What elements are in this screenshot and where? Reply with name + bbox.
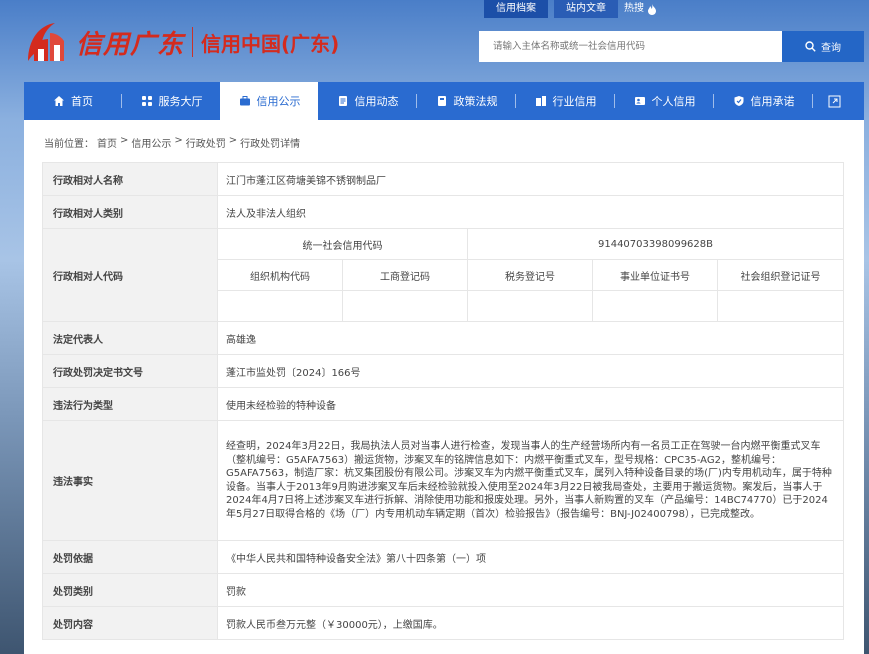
penalty-detail-table: 行政相对人名称 江门市蓬江区荷塘美锦不锈钢制品厂 行政相对人类别 法人及非法人组… — [42, 162, 845, 640]
top-link-credit-file[interactable]: 信用档案 — [484, 0, 548, 18]
breadcrumb-item-current: 行政处罚详情 — [240, 139, 301, 150]
table-row: 处罚内容 罚款人民币叁万元整（￥30000元），上缴国库。 — [42, 606, 845, 640]
table-row: 处罚依据 《中华人民共和国特种设备安全法》第八十四条第（一）项 — [42, 540, 845, 574]
category-label: 行政相对人类别 — [42, 195, 218, 229]
violation-type-label: 违法行为类型 — [42, 387, 218, 421]
name-value: 江门市蓬江区荷塘美锦不锈钢制品厂 — [216, 162, 845, 196]
document-icon — [336, 94, 350, 108]
facts-label: 违法事实 — [42, 420, 218, 541]
table-row: 违法事实 经查明，2024年3月22日，我局执法人员对当事人进行检查，发现当事人… — [42, 420, 845, 541]
logo-divider — [192, 27, 194, 57]
uscc-label: 统一社会信用代码 — [217, 228, 468, 260]
table-row: 处罚类别 罚款 — [42, 573, 845, 607]
nav-item-personal-credit[interactable]: 个人信用 — [615, 82, 713, 120]
basis-label: 处罚依据 — [42, 540, 218, 574]
nav-item-industry-credit[interactable]: 行业信用 — [516, 82, 614, 120]
grid-icon — [140, 94, 154, 108]
nav-item-credit-publicity[interactable]: 信用公示 — [220, 82, 318, 120]
main-nav: 首页 服务大厅 信用公示 信用动态 政策法规 行业信用 个人信用 信用承诺 — [24, 82, 864, 120]
book-icon — [435, 94, 449, 108]
breadcrumb-item-home[interactable]: 首页 — [97, 135, 117, 150]
breadcrumb-separator: > — [120, 135, 129, 146]
nav-item-credit-news[interactable]: 信用动态 — [318, 82, 416, 120]
nav-label: 信用承诺 — [750, 95, 795, 108]
nav-item-service-hall[interactable]: 服务大厅 — [122, 82, 220, 120]
decision-no-value: 蓬江市监处罚〔2024〕166号 — [216, 354, 845, 388]
briefcase-icon — [238, 94, 252, 108]
search-input[interactable] — [479, 31, 782, 62]
business-reg-value — [342, 290, 468, 322]
table-row: 行政相对人类别 法人及非法人组织 — [42, 195, 845, 229]
uscc-value: 91440703398099628B — [466, 228, 845, 260]
nav-label: 信用公示 — [256, 95, 301, 108]
table-row: 违法行为类型 使用未经检验的特种设备 — [42, 387, 845, 421]
top-links: 信用档案 站内文章 热搜 — [484, 0, 657, 18]
name-label: 行政相对人名称 — [42, 162, 218, 196]
nav-expand-button[interactable] — [813, 82, 860, 120]
nav-item-home[interactable]: 首页 — [24, 82, 121, 120]
category-value: 法人及非法人组织 — [216, 195, 845, 229]
violation-type-value: 使用未经检验的特种设备 — [216, 387, 845, 421]
nav-label: 首页 — [71, 95, 93, 108]
legal-rep-value: 高雄逸 — [216, 321, 845, 355]
hot-search[interactable]: 热搜 — [624, 0, 657, 18]
person-card-icon — [633, 94, 647, 108]
logo-title: 信用中国(广东) — [201, 31, 340, 56]
breadcrumb-prefix: 当前位置： — [44, 139, 94, 150]
breadcrumb-separator: > — [174, 135, 183, 146]
breadcrumb: 当前位置： 首页 > 信用公示 > 行政处罚 > 行政处罚详情 — [44, 135, 303, 150]
legal-rep-label: 法定代表人 — [42, 321, 218, 355]
site-logo[interactable]: 信用广东 信用中国(广东) — [22, 16, 362, 68]
social-org-header: 社会组织登记证号 — [716, 259, 845, 291]
logo-emblem-icon — [22, 17, 72, 67]
institution-cert-value — [592, 290, 718, 322]
search-button-label: 查询 — [821, 43, 841, 54]
search-bar: 查询 — [479, 31, 864, 62]
search-button[interactable]: 查询 — [782, 31, 864, 62]
org-code-header: 组织机构代码 — [217, 259, 343, 291]
penalty-content-value: 罚款人民币叁万元整（￥30000元），上缴国库。 — [216, 606, 845, 640]
nav-label: 服务大厅 — [158, 95, 203, 108]
nav-item-credit-commitment[interactable]: 信用承诺 — [714, 82, 812, 120]
nav-label: 政策法规 — [453, 95, 498, 108]
tax-reg-header: 税务登记号 — [467, 259, 593, 291]
penalty-content-label: 处罚内容 — [42, 606, 218, 640]
breadcrumb-item-publicity[interactable]: 信用公示 — [131, 135, 171, 150]
code-label: 行政相对人代码 — [42, 228, 218, 322]
institution-cert-header: 事业单位证书号 — [592, 259, 718, 291]
facts-value: 经查明，2024年3月22日，我局执法人员对当事人进行检查，发现当事人的生产经营… — [216, 420, 845, 541]
table-row: 行政相对人代码 统一社会信用代码 91440703398099628B — [42, 228, 845, 322]
org-code-value — [217, 290, 343, 322]
breadcrumb-separator: > — [228, 135, 238, 146]
flame-icon — [648, 3, 656, 15]
breadcrumb-item-penalty[interactable]: 行政处罚 — [186, 135, 226, 150]
business-reg-header: 工商登记码 — [342, 259, 468, 291]
basis-value: 《中华人民共和国特种设备安全法》第八十四条第（一）项 — [216, 540, 845, 574]
table-row: 法定代表人 高雄逸 — [42, 321, 845, 355]
nav-label: 信用动态 — [354, 95, 399, 108]
penalty-type-value: 罚款 — [216, 573, 845, 607]
decision-no-label: 行政处罚决定书文号 — [42, 354, 218, 388]
search-icon — [805, 41, 816, 52]
hot-search-label: 热搜 — [624, 3, 644, 14]
external-link-icon — [827, 94, 841, 108]
shield-check-icon — [732, 94, 746, 108]
top-link-site-articles[interactable]: 站内文章 — [554, 0, 618, 18]
penalty-type-label: 处罚类别 — [42, 573, 218, 607]
nav-label: 行业信用 — [552, 95, 597, 108]
home-icon — [52, 94, 66, 108]
nav-label: 个人信用 — [651, 95, 696, 108]
nav-item-policies[interactable]: 政策法规 — [417, 82, 515, 120]
logo-script-text: 信用广东 — [76, 29, 185, 60]
social-org-value — [716, 290, 845, 322]
tax-reg-value — [467, 290, 593, 322]
table-row: 行政相对人名称 江门市蓬江区荷塘美锦不锈钢制品厂 — [42, 162, 845, 196]
table-row: 行政处罚决定书文号 蓬江市监处罚〔2024〕166号 — [42, 354, 845, 388]
content-panel: 当前位置： 首页 > 信用公示 > 行政处罚 > 行政处罚详情 行政相对人名称 … — [24, 120, 864, 654]
site-header: 信用广东 信用中国(广东) 信用档案 站内文章 热搜 查询 — [0, 0, 869, 80]
building-icon — [534, 94, 548, 108]
